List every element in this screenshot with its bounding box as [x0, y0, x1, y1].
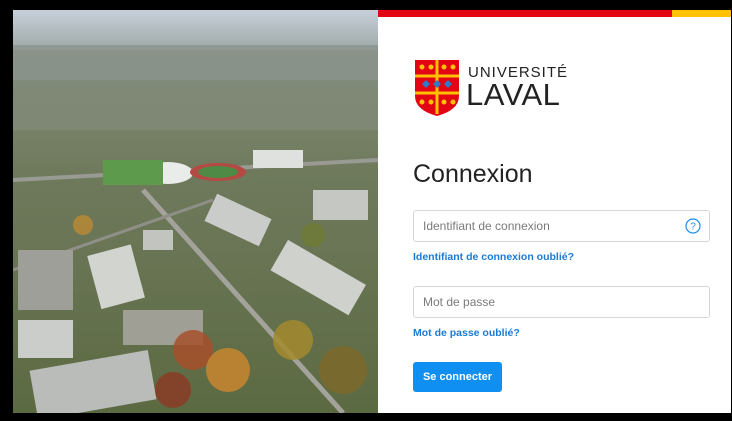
screen-background: UNIVERSITÉ LAVAL Connexion ? Identifiant… [0, 0, 732, 421]
password-field[interactable] [413, 286, 710, 318]
brand-bar-red [378, 10, 672, 17]
login-panel: UNIVERSITÉ LAVAL Connexion ? Identifiant… [378, 10, 731, 413]
login-button[interactable]: Se connecter [413, 362, 502, 392]
logo-line-laval: LAVAL [466, 77, 561, 112]
crest-icon [415, 60, 459, 116]
brand-color-bar [378, 10, 731, 17]
svg-text:?: ? [690, 222, 696, 233]
question-circle-icon[interactable]: ? [685, 218, 701, 234]
page-title: Connexion [413, 160, 533, 188]
username-input[interactable] [414, 211, 673, 241]
universite-laval-logo: UNIVERSITÉ LAVAL [413, 58, 573, 120]
campus-aerial-photo [13, 10, 378, 413]
forgot-password-link[interactable]: Mot de passe oublié? [413, 327, 520, 339]
login-window: UNIVERSITÉ LAVAL Connexion ? Identifiant… [13, 10, 731, 413]
brand-bar-gold [672, 10, 731, 17]
password-input[interactable] [414, 287, 673, 317]
username-field[interactable]: ? [413, 210, 710, 242]
forgot-username-link[interactable]: Identifiant de connexion oublié? [413, 251, 574, 263]
